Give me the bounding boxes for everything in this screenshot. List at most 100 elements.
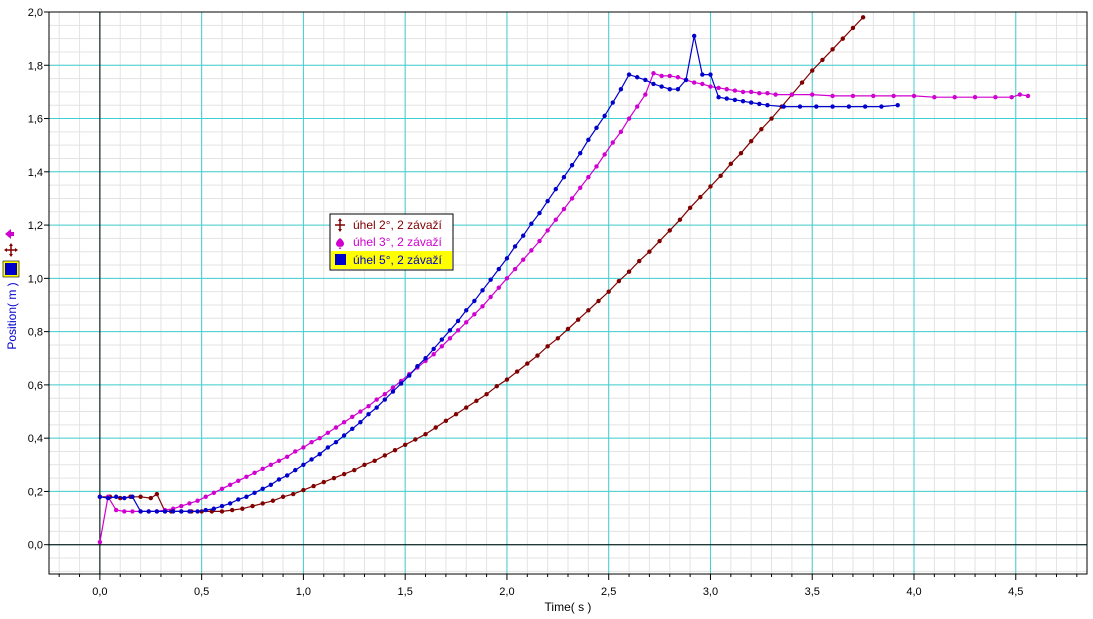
data-point — [138, 509, 143, 514]
data-point — [488, 277, 493, 282]
data-point — [594, 125, 599, 131]
data-point — [130, 494, 135, 499]
data-point — [203, 507, 208, 513]
data-point — [606, 289, 611, 294]
data-point — [569, 196, 575, 201]
data-point — [732, 97, 738, 103]
data-point — [610, 100, 615, 105]
data-point — [972, 95, 978, 100]
data-point — [677, 217, 683, 222]
data-point — [97, 539, 103, 545]
data-point — [392, 447, 398, 453]
data-point — [433, 425, 438, 430]
legend[interactable]: úhel 2°, 2 závaží úhel 3°, 2 závaží úhel… — [329, 213, 454, 271]
data-point — [423, 431, 428, 437]
data-point — [453, 411, 459, 417]
data-point — [309, 439, 314, 445]
y-tick-label: 0,2 — [28, 486, 43, 498]
data-point — [398, 381, 404, 386]
data-point — [504, 377, 510, 382]
data-point — [525, 361, 530, 366]
data-point — [352, 467, 357, 473]
data-point — [667, 73, 672, 79]
square-icon[interactable] — [2, 260, 20, 278]
data-point — [993, 95, 998, 100]
data-point — [691, 33, 697, 39]
data-point — [732, 88, 738, 93]
data-point — [610, 140, 615, 145]
data-point — [113, 494, 119, 499]
data-point — [535, 353, 540, 358]
data-point — [659, 73, 664, 79]
data-point — [122, 495, 127, 501]
data-point — [284, 454, 290, 460]
data-point — [122, 509, 127, 514]
data-point — [602, 152, 607, 157]
data-point — [659, 84, 664, 89]
data-point — [484, 392, 489, 397]
data-point — [431, 352, 436, 357]
data-point — [301, 487, 306, 493]
data-point — [311, 483, 316, 489]
data-point — [952, 95, 957, 100]
legend-item-series-3[interactable]: úhel 5°, 2 závaží — [331, 251, 452, 269]
y-tick-label: 0,6 — [28, 380, 43, 392]
data-point — [341, 433, 347, 438]
data-point — [529, 221, 534, 226]
data-point — [814, 104, 819, 109]
data-point — [545, 344, 550, 349]
data-point — [810, 92, 815, 97]
data-point — [415, 364, 420, 369]
data-point — [529, 248, 534, 253]
data-point — [331, 475, 337, 481]
data-point — [799, 80, 805, 85]
data-point — [578, 185, 583, 190]
data-point — [366, 403, 371, 409]
data-point — [187, 509, 192, 514]
data-point — [740, 89, 746, 95]
data-point — [293, 467, 298, 473]
data-point — [154, 509, 160, 514]
data-point — [229, 507, 235, 513]
y-tick-label: 0,8 — [28, 327, 43, 339]
x-tick-label: 0,0 — [92, 586, 107, 598]
x-tick-label: 2,0 — [499, 586, 514, 598]
data-point — [203, 494, 208, 499]
data-point — [626, 269, 632, 274]
data-point — [895, 103, 900, 108]
chart-background — [0, 0, 1093, 619]
data-point — [716, 95, 721, 100]
y-tick-label: 2,0 — [28, 7, 43, 19]
data-point — [691, 80, 697, 85]
data-point — [138, 494, 143, 499]
data-point — [830, 47, 835, 52]
data-point — [350, 426, 355, 432]
data-point — [683, 77, 689, 83]
data-point — [480, 288, 485, 293]
data-point — [154, 491, 160, 497]
data-point — [561, 174, 567, 180]
x-axis-title: Time( s ) — [545, 600, 592, 614]
data-point — [687, 205, 693, 210]
data-point — [447, 328, 453, 333]
data-point — [472, 298, 477, 304]
data-point — [362, 462, 367, 467]
data-point — [932, 95, 937, 100]
data-point — [211, 490, 217, 495]
data-point — [488, 294, 493, 300]
data-point — [325, 445, 331, 450]
data-point — [496, 285, 501, 290]
data-point — [635, 104, 640, 109]
data-point — [810, 68, 815, 73]
data-point — [325, 430, 331, 436]
data-point — [390, 385, 396, 390]
x-tick-label: 0,5 — [194, 586, 209, 598]
legend-label: úhel 5°, 2 závaží — [353, 253, 443, 267]
data-point — [504, 256, 510, 261]
x-tick-label: 3,0 — [703, 586, 718, 598]
data-point — [148, 495, 153, 501]
data-point — [765, 103, 770, 108]
data-point — [1017, 92, 1023, 97]
data-point — [382, 397, 388, 402]
x-tick-label: 3,5 — [805, 586, 820, 598]
